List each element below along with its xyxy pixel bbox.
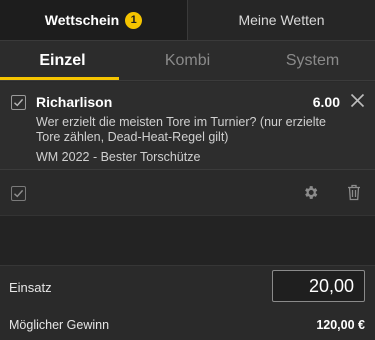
stake-row: Einsatz (0, 265, 375, 309)
bet-count-badge: 1 (125, 11, 143, 29)
gear-icon (305, 186, 318, 199)
betslip-header-tabs: Wettschein 1 Meine Wetten (0, 0, 375, 41)
tab-meine-wetten-label: Meine Wetten (238, 12, 325, 28)
checkbox-icon (14, 189, 24, 198)
tab-einzel[interactable]: Einzel (0, 41, 125, 80)
potential-winnings-row: Möglicher Gewinn 120,00 € (0, 309, 375, 340)
close-icon (350, 93, 365, 108)
selection-name: Richarlison (36, 94, 113, 110)
tab-meine-wetten[interactable]: Meine Wetten (187, 0, 375, 40)
selection-odds: 6.00 (312, 94, 340, 110)
tab-wettschein-label: Wettschein (44, 12, 120, 28)
trash-icon (348, 184, 360, 201)
bet-type-tabs: Einzel Kombi System (0, 41, 375, 81)
tab-system[interactable]: System (250, 41, 375, 80)
remove-selection-button[interactable] (350, 93, 365, 113)
potential-winnings-label: Möglicher Gewinn (9, 318, 110, 332)
potential-winnings-value: 120,00 € (316, 318, 365, 332)
betslip-spacer (0, 215, 375, 265)
market-description: Wer erzielt die meisten Tore im Turnier?… (36, 115, 326, 144)
bet-selection-card: Richarlison 6.00 Wer erzielt die meisten… (0, 82, 375, 170)
tab-wettschein[interactable]: Wettschein 1 (0, 0, 187, 40)
tab-kombi[interactable]: Kombi (125, 41, 250, 80)
stake-label: Einsatz (9, 280, 52, 295)
settings-button[interactable] (302, 184, 319, 206)
checkbox-icon (14, 98, 24, 107)
selection-checkbox[interactable] (11, 95, 26, 110)
stake-input[interactable] (272, 270, 365, 302)
event-name: WM 2022 - Bester Torschütze (36, 150, 201, 164)
select-all-checkbox[interactable] (11, 186, 26, 201)
delete-all-button[interactable] (347, 184, 361, 206)
